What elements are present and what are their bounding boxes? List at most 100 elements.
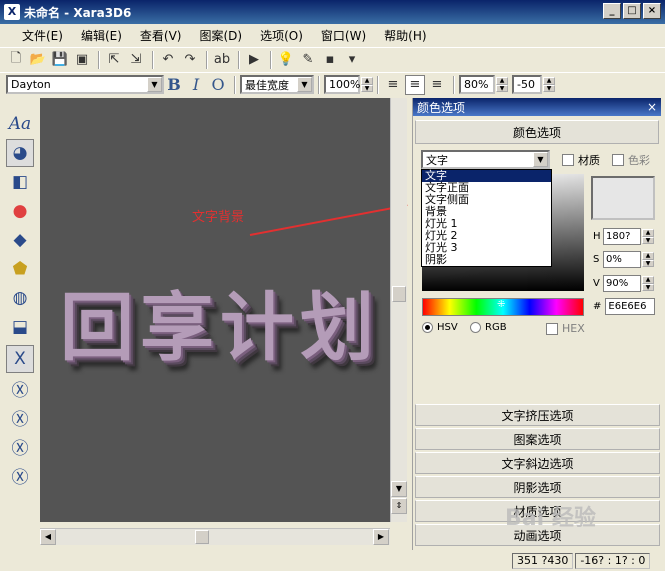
horizontal-scroll-thumb[interactable]	[195, 530, 209, 544]
italic-button[interactable]: I	[186, 75, 206, 95]
font-select[interactable]: Dayton ▼	[6, 75, 164, 94]
align-right-icon[interactable]: ≡	[427, 75, 447, 95]
rotate-y-tool-icon[interactable]: Ⓧ	[6, 403, 34, 431]
char-spacing-stepper[interactable]: ▲ ▼	[543, 77, 555, 92]
menu-window[interactable]: 窗口(W)	[312, 25, 375, 46]
v-input[interactable]: 90%	[603, 275, 641, 292]
import-icon[interactable]: ⇱	[104, 50, 124, 70]
bevel-tool-icon[interactable]: ◆	[6, 226, 34, 254]
line-spacing-input[interactable]: 80%	[459, 75, 495, 94]
menu-view[interactable]: 查看(V)	[131, 25, 191, 46]
scroll-right-icon[interactable]: ▶	[373, 529, 389, 545]
chevron-down-icon[interactable]: ▼	[147, 77, 162, 92]
text-tool-icon[interactable]: Aa	[6, 110, 34, 138]
save-icon[interactable]: 💾	[50, 50, 70, 70]
extrude-tool-icon[interactable]: ◧	[6, 168, 34, 196]
dropdown-arrow-icon[interactable]: ▾	[342, 50, 362, 70]
animation-tool-icon[interactable]: ⬓	[6, 313, 34, 341]
rgb-label: RGB	[485, 322, 507, 333]
close-button[interactable]: ×	[643, 3, 661, 19]
left-toolbar: Aa ◕ ◧ ● ◆ ⬟ ◍ ⬓ X Ⓧ Ⓧ Ⓧ Ⓧ	[6, 110, 36, 490]
rgb-radio[interactable]: RGB	[470, 322, 507, 333]
horizontal-scrollbar[interactable]: ◀ ▶	[40, 528, 390, 545]
3d-text[interactable]: 回享计划	[60, 268, 380, 375]
s-input[interactable]: 0%	[603, 251, 641, 268]
menu-edit[interactable]: 编辑(E)	[72, 25, 131, 46]
hex-checkbox[interactable]: HEX	[546, 322, 585, 335]
hex-input[interactable]: E6E6E6	[605, 298, 656, 315]
scroll-page-icon[interactable]: ⇕	[391, 498, 407, 514]
color-target-select[interactable]: 文字 ▼	[421, 150, 550, 169]
rotate-free-tool-icon[interactable]: Ⓧ	[6, 461, 34, 489]
text-edit-icon[interactable]: ab	[212, 50, 232, 70]
h-input[interactable]: 180?	[603, 228, 641, 245]
s-stepper[interactable]: ▲ ▼	[642, 252, 654, 267]
scroll-left-icon[interactable]: ◀	[40, 529, 56, 545]
char-spacing-input[interactable]: -50	[512, 75, 542, 94]
export-image-icon[interactable]: ⇲	[126, 50, 146, 70]
new-file-icon[interactable]: 🗋	[6, 50, 26, 70]
color-tool-icon[interactable]: ◕	[6, 139, 34, 167]
zoom-input[interactable]: 100%	[324, 75, 360, 94]
section-shadow-options[interactable]: 阴影选项	[415, 476, 660, 498]
align-left-icon[interactable]: ≡	[383, 75, 403, 95]
section-extrude-options[interactable]: 文字挤压选项	[415, 404, 660, 426]
h-label: H	[593, 231, 601, 242]
display-icon[interactable]: ▪	[320, 50, 340, 70]
texture-tool-icon[interactable]: ◍	[6, 284, 34, 312]
shadow-tool-icon[interactable]: ⬟	[6, 255, 34, 283]
v-stepper[interactable]: ▲ ▼	[642, 276, 654, 291]
outline-button[interactable]: O	[208, 75, 228, 95]
hue-cursor-icon[interactable]: ⁜	[497, 299, 505, 310]
redo-icon[interactable]: ↷	[180, 50, 200, 70]
scroll-down-icon[interactable]: ▼	[391, 481, 407, 497]
menu-file[interactable]: 文件(E)	[6, 25, 72, 46]
chevron-down-icon[interactable]: ▼	[297, 77, 312, 92]
bold-button[interactable]: B	[164, 75, 184, 95]
panel-close-icon[interactable]: ×	[647, 100, 657, 114]
open-file-icon[interactable]: 📂	[28, 50, 48, 70]
play-animation-icon[interactable]: ▶	[244, 50, 264, 70]
light-icon[interactable]: ✎	[298, 50, 318, 70]
design-canvas[interactable]: 回享计划	[40, 98, 390, 522]
color-checkbox[interactable]: 色彩	[612, 152, 650, 168]
color-options-panel: 颜色选项 × 颜色选项 文字 ▼ 材质 色彩 文字 文字正面 文字侧面 背景 灯…	[412, 98, 661, 550]
menu-options[interactable]: 选项(O)	[251, 25, 312, 46]
radio-dot[interactable]	[422, 322, 433, 333]
radio-dot[interactable]	[470, 322, 481, 333]
maximize-button[interactable]: □	[623, 3, 641, 19]
section-bevel-options[interactable]: 文字斜边选项	[415, 452, 660, 474]
shading-tool-icon[interactable]: ●	[6, 197, 34, 225]
line-spacing-stepper[interactable]: ▲ ▼	[496, 77, 508, 92]
section-color-options[interactable]: 颜色选项	[415, 120, 659, 144]
checkbox-box[interactable]	[612, 154, 624, 166]
section-design-options[interactable]: 图案选项	[415, 428, 660, 450]
panel-header: 颜色选项 ×	[413, 98, 661, 116]
width-mode-select[interactable]: 最佳宽度 ▼	[240, 75, 314, 94]
menu-help[interactable]: 帮助(H)	[375, 25, 435, 46]
chevron-down-icon[interactable]: ▼	[533, 152, 548, 167]
undo-icon[interactable]: ↶	[158, 50, 178, 70]
rotate-tool-icon[interactable]: Ⓧ	[6, 374, 34, 402]
toolbar-separator	[98, 50, 100, 69]
material-checkbox[interactable]: 材质	[562, 152, 600, 168]
dropdown-option[interactable]: 阴影	[422, 254, 551, 266]
minimize-button[interactable]: _	[603, 3, 621, 19]
vertical-scroll-thumb[interactable]	[392, 286, 406, 302]
h-stepper[interactable]: ▲ ▼	[642, 229, 654, 244]
align-center-icon[interactable]: ≡	[405, 74, 425, 95]
rotate-z-tool-icon[interactable]: Ⓧ	[6, 432, 34, 460]
hsv-radio[interactable]: HSV	[422, 322, 458, 333]
menu-design[interactable]: 图案(D)	[190, 25, 251, 46]
export-icon[interactable]: ▣	[72, 50, 92, 70]
toolbar-separator	[318, 75, 320, 94]
v-row: V 90% ▲ ▼	[593, 275, 654, 292]
light-bulb-icon[interactable]: 💡	[276, 50, 296, 70]
hue-slider[interactable]: ⁜	[422, 298, 584, 316]
zoom-stepper[interactable]: ▲ ▼	[361, 77, 373, 92]
checkbox-box[interactable]	[546, 322, 558, 335]
rotate-x-tool-icon[interactable]: X	[6, 345, 34, 373]
checkbox-box[interactable]	[562, 154, 574, 166]
color-target-dropdown-list[interactable]: 文字 文字正面 文字侧面 背景 灯光 1 灯光 2 灯光 3 阴影	[421, 169, 552, 267]
vertical-scrollbar[interactable]: ▼ ⇕	[390, 98, 407, 522]
